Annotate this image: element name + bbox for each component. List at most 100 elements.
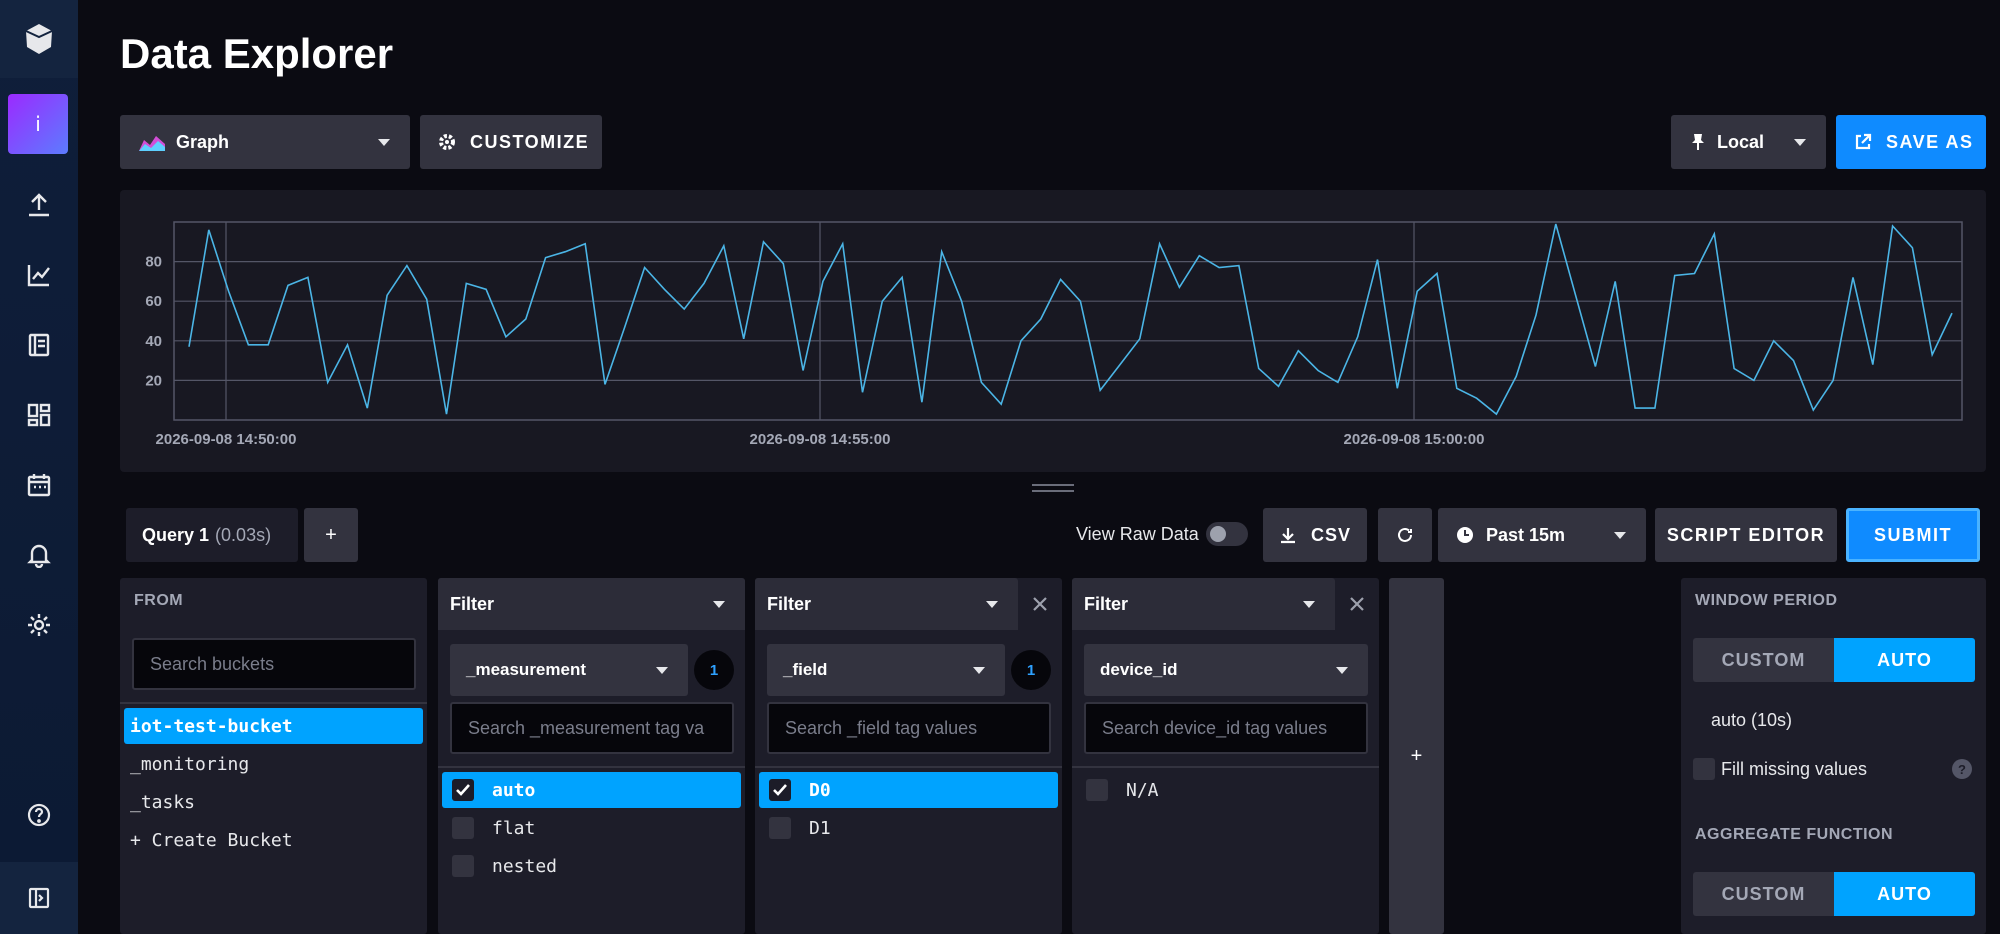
- x-tick-label: 2026-09-08 15:00:00: [1344, 431, 1485, 448]
- bucket-label: _tasks: [130, 791, 196, 813]
- tasks-calendar-icon[interactable]: [0, 458, 78, 512]
- checkbox-icon: [452, 817, 474, 839]
- search-tag-values-input[interactable]: Search _measurement tag va: [450, 702, 734, 754]
- csv-download-button[interactable]: CSV: [1263, 508, 1367, 562]
- dashboards-icon[interactable]: [0, 388, 78, 442]
- filter-head-label: Filter: [450, 593, 495, 614]
- search-buckets-input[interactable]: Search buckets: [132, 638, 416, 690]
- bucket-item-monitoring[interactable]: _monitoring: [124, 746, 249, 782]
- refresh-button[interactable]: [1378, 508, 1432, 562]
- checkbox-checked-icon: [769, 779, 791, 801]
- filter-function-dropdown[interactable]: Filter: [755, 578, 1018, 630]
- search-tag-values-input[interactable]: Search device_id tag values: [1084, 702, 1368, 754]
- left-nav: i: [0, 0, 78, 934]
- resize-handle[interactable]: [1032, 484, 1074, 494]
- customize-button[interactable]: CUSTOMIZE: [420, 115, 602, 169]
- aggregate-custom-option[interactable]: CUSTOM: [1693, 872, 1834, 916]
- aggregate-auto-option[interactable]: AUTO: [1834, 872, 1975, 916]
- csv-label: CSV: [1311, 524, 1352, 545]
- time-range-dropdown[interactable]: Past 15m: [1438, 508, 1646, 562]
- search-buckets-placeholder: Search buckets: [150, 653, 275, 674]
- chevron-down-icon: [713, 600, 725, 608]
- checkbox-icon: [1693, 758, 1715, 780]
- gear-icon: [439, 134, 455, 150]
- page-title: Data Explorer: [120, 30, 394, 77]
- tag-value-label: auto: [492, 779, 536, 801]
- nav-active-label: i: [35, 112, 41, 136]
- remove-filter-button[interactable]: [1335, 578, 1379, 630]
- add-filter-button[interactable]: +: [1389, 578, 1444, 934]
- aggregate-function-title: AGGREGATE FUNCTION: [1695, 826, 1894, 843]
- tag-key-dropdown[interactable]: device_id: [1084, 644, 1368, 696]
- search-tag-placeholder: Search _field tag values: [785, 717, 978, 738]
- save-as-button[interactable]: SAVE AS: [1836, 115, 1986, 169]
- bucket-item-iot-test-bucket[interactable]: iot-test-bucket: [124, 708, 423, 744]
- tag-value-item[interactable]: flat: [442, 810, 535, 846]
- fill-missing-checkbox[interactable]: Fill missing values: [1693, 758, 1867, 780]
- filter-function-dropdown[interactable]: Filter: [438, 578, 745, 630]
- create-bucket-link[interactable]: + Create Bucket: [124, 822, 293, 858]
- tag-value-item[interactable]: D1: [759, 810, 831, 846]
- filter-panel-field: Filter _field 1 Search _field tag values…: [755, 578, 1062, 934]
- view-raw-data-toggle[interactable]: [1206, 522, 1248, 546]
- graph-icon[interactable]: [0, 248, 78, 302]
- tag-value-item[interactable]: nested: [442, 848, 557, 884]
- filter-head-label: Filter: [767, 593, 812, 614]
- alerts-bell-icon[interactable]: [0, 528, 78, 582]
- search-tag-values-input[interactable]: Search _field tag values: [767, 702, 1051, 754]
- window-auto-value: auto (10s): [1711, 710, 1793, 730]
- notebook-icon[interactable]: [0, 318, 78, 372]
- tag-value-item[interactable]: D0: [759, 772, 1058, 808]
- selected-count-badge: 1: [694, 650, 734, 690]
- upload-icon[interactable]: [0, 178, 78, 232]
- tag-key-dropdown[interactable]: _field: [767, 644, 1005, 696]
- window-auto-option[interactable]: AUTO: [1834, 638, 1975, 682]
- tag-value-label: flat: [492, 817, 536, 839]
- timezone-dropdown[interactable]: Local: [1671, 115, 1826, 169]
- tag-key-label: device_id: [1100, 660, 1178, 679]
- add-query-button[interactable]: +: [304, 508, 358, 562]
- clock-icon: [1457, 527, 1473, 543]
- tag-value-label: nested: [492, 855, 558, 877]
- query-tab-label: Query 1: [142, 524, 210, 545]
- script-editor-button[interactable]: SCRIPT EDITOR: [1655, 508, 1837, 562]
- collapse-nav-icon[interactable]: [0, 862, 78, 934]
- vis-type-dropdown[interactable]: Graph: [120, 115, 410, 169]
- help-icon[interactable]: [0, 788, 78, 842]
- series-line: [188, 223, 1953, 416]
- settings-gear-icon[interactable]: [0, 598, 78, 652]
- y-tick-label: 60: [145, 293, 162, 310]
- chevron-down-icon: [986, 600, 998, 608]
- tab-query-1[interactable]: Query 1 (0.03s): [126, 508, 298, 562]
- tag-key-dropdown[interactable]: _measurement: [450, 644, 688, 696]
- divider: [438, 766, 745, 768]
- aggregate-panel: WINDOW PERIOD CUSTOM AUTO auto (10s) Fil…: [1681, 578, 1986, 934]
- tag-value-item[interactable]: N/A: [1076, 772, 1159, 808]
- submit-button[interactable]: SUBMIT: [1846, 508, 1980, 562]
- create-bucket-label: + Create Bucket: [130, 829, 293, 851]
- download-icon: [1281, 528, 1295, 544]
- window-custom-option[interactable]: CUSTOM: [1693, 638, 1834, 682]
- chevron-down-icon: [973, 666, 985, 674]
- bucket-label: iot-test-bucket: [130, 715, 293, 737]
- query-time: (0.03s): [215, 524, 272, 545]
- help-tooltip-icon[interactable]: ?: [1952, 759, 1972, 779]
- filter-function-dropdown[interactable]: Filter: [1072, 578, 1335, 630]
- save-as-label: SAVE AS: [1886, 131, 1974, 152]
- view-raw-data-label: View Raw Data: [1076, 524, 1199, 544]
- search-tag-placeholder: Search _measurement tag va: [468, 717, 705, 738]
- nav-item-getting-started[interactable]: i: [8, 94, 68, 154]
- influxdb-logo-icon[interactable]: [0, 0, 78, 78]
- remove-filter-button[interactable]: [1018, 578, 1062, 630]
- chevron-down-icon: [378, 138, 390, 146]
- filter-head-label: Filter: [1084, 593, 1129, 614]
- graph-type-icon: [139, 136, 165, 151]
- tag-value-item[interactable]: auto: [442, 772, 741, 808]
- bucket-item-tasks[interactable]: _tasks: [124, 784, 195, 820]
- pin-icon: [1692, 134, 1704, 150]
- close-icon: [1350, 597, 1364, 611]
- chevron-down-icon: [1794, 138, 1806, 146]
- y-tick-label: 80: [145, 254, 162, 271]
- tag-value-label: D1: [809, 817, 831, 839]
- x-tick-label: 2026-09-08 14:50:00: [156, 431, 297, 448]
